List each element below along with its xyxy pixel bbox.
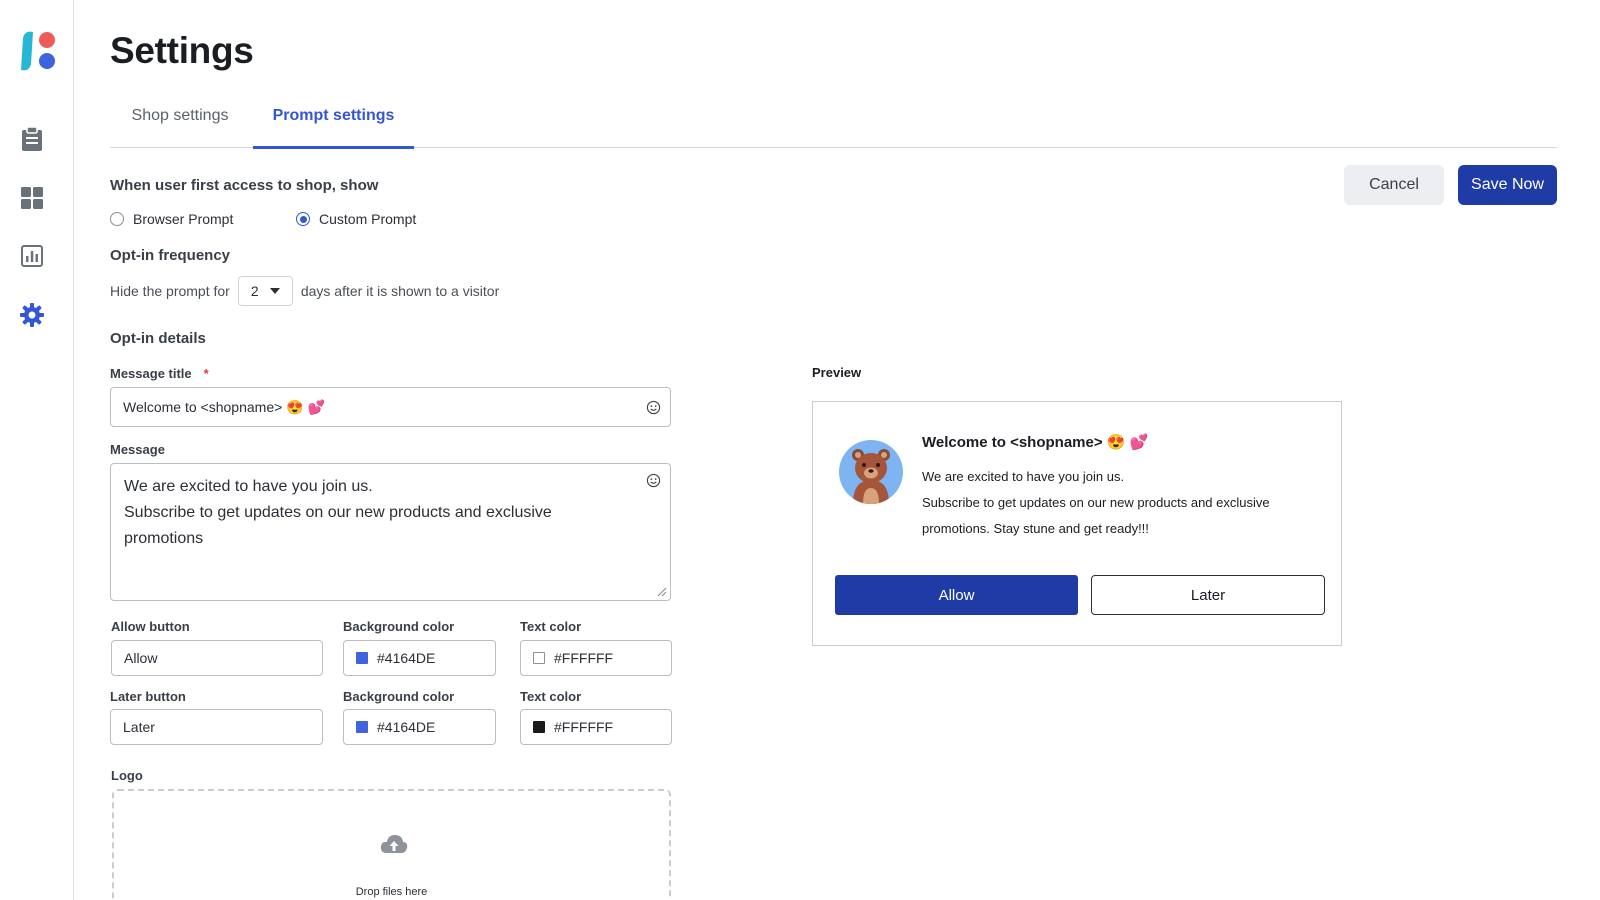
cloud-upload-icon: [380, 835, 408, 853]
color-swatch[interactable]: [533, 721, 545, 733]
message-title-label-text: Message title: [110, 366, 192, 381]
brand-logo[interactable]: [15, 28, 61, 74]
frequency-days-select[interactable]: 2: [237, 276, 293, 306]
allow-bg-color-label: Background color: [343, 619, 455, 634]
preview-later-button[interactable]: Later: [1091, 575, 1325, 615]
allow-button-label: Allow button: [111, 619, 190, 634]
later-bg-color-value: #4164DE: [377, 719, 436, 735]
later-bg-color-input[interactable]: #4164DE: [343, 709, 496, 745]
message-label: Message: [110, 442, 165, 457]
radio-custom-prompt[interactable]: Custom Prompt: [296, 211, 416, 227]
allow-text-color-input[interactable]: #FFFFFF: [520, 640, 672, 676]
message-title-input[interactable]: Welcome to <shopname> 😍 💕: [110, 387, 671, 427]
later-text-color-label: Text color: [520, 689, 582, 704]
allow-text-color-label: Text color: [520, 619, 582, 634]
frequency-prefix: Hide the prompt for: [110, 283, 230, 299]
allow-bg-color-value: #4164DE: [377, 650, 436, 666]
resize-handle-icon[interactable]: [656, 586, 667, 597]
frequency-row: Hide the prompt for 2 days after it is s…: [110, 276, 499, 306]
radio-custom-prompt-label: Custom Prompt: [319, 211, 417, 227]
color-swatch[interactable]: [533, 652, 545, 664]
required-mark: *: [203, 366, 209, 381]
app-root: Settings Shop settings Prompt settings C…: [0, 0, 1600, 900]
save-now-button[interactable]: Save Now: [1458, 165, 1557, 205]
frequency-suffix: days after it is shown to a visitor: [300, 283, 500, 299]
color-swatch[interactable]: [356, 652, 368, 664]
allow-text-color-value: #FFFFFF: [554, 650, 614, 666]
frequency-days-value: 2: [250, 283, 259, 299]
bear-avatar: [839, 440, 903, 504]
emoji-picker-icon[interactable]: [646, 473, 661, 488]
color-swatch[interactable]: [356, 721, 368, 733]
frequency-heading: Opt-in frequency: [110, 247, 231, 264]
message-title-value: Welcome to <shopname> 😍 💕: [123, 398, 325, 415]
radio-browser-prompt-label: Browser Prompt: [133, 211, 234, 227]
page-title: Settings: [110, 30, 254, 71]
bar-chart-icon[interactable]: [19, 243, 45, 269]
logo-dropzone[interactable]: Drop files here: [112, 789, 671, 900]
later-button-label: Later button: [110, 689, 186, 704]
allow-bg-color-input[interactable]: #4164DE: [343, 640, 496, 676]
emoji-picker-icon[interactable]: [646, 400, 661, 415]
message-title-label: Message title *: [110, 366, 209, 381]
later-bg-color-label: Background color: [343, 689, 455, 704]
clipboard-icon[interactable]: [19, 126, 45, 152]
preview-heading: Preview: [812, 365, 862, 380]
message-textarea[interactable]: We are excited to have you join us. Subs…: [110, 463, 671, 601]
preview-message: We are excited to have you join us. Subs…: [922, 464, 1312, 542]
logo-label: Logo: [111, 768, 143, 783]
radio-custom-prompt-indicator[interactable]: [296, 212, 310, 226]
cancel-button[interactable]: Cancel: [1344, 165, 1444, 205]
sidebar: [0, 0, 74, 900]
preview-allow-button[interactable]: Allow: [835, 575, 1078, 615]
later-button-value: Later: [123, 719, 155, 735]
allow-button-value: Allow: [124, 650, 158, 666]
details-heading: Opt-in details: [110, 330, 206, 347]
tab-prompt-settings[interactable]: Prompt settings: [253, 104, 414, 149]
message-line-1: We are excited to have you join us.: [124, 478, 373, 495]
allow-button-input[interactable]: Allow: [111, 640, 323, 676]
later-text-color-input[interactable]: #FFFFFF: [520, 709, 672, 745]
grid-icon[interactable]: [19, 185, 45, 211]
tab-bar: Shop settings Prompt settings: [110, 104, 1557, 149]
message-line-2: Subscribe to get updates on our new prod…: [124, 504, 552, 547]
radio-browser-prompt-indicator[interactable]: [110, 212, 124, 226]
later-text-color-value: #FFFFFF: [554, 719, 614, 735]
radio-browser-prompt[interactable]: Browser Prompt: [110, 211, 233, 227]
preview-message-line-2: Subscribe to get updates on our new prod…: [922, 495, 1270, 536]
later-button-input[interactable]: Later: [110, 709, 323, 745]
first-access-heading: When user first access to shop, show: [110, 177, 379, 194]
preview-card: Welcome to <shopname> 😍 💕 We are excited…: [812, 401, 1342, 646]
tab-shop-settings[interactable]: Shop settings: [110, 104, 250, 148]
preview-title: Welcome to <shopname> 😍 💕: [922, 434, 1149, 451]
gear-icon[interactable]: [19, 302, 45, 328]
chevron-down-icon: [269, 288, 280, 294]
preview-message-line-1: We are excited to have you join us.: [922, 469, 1125, 484]
drop-files-text: Drop files here: [355, 886, 428, 898]
